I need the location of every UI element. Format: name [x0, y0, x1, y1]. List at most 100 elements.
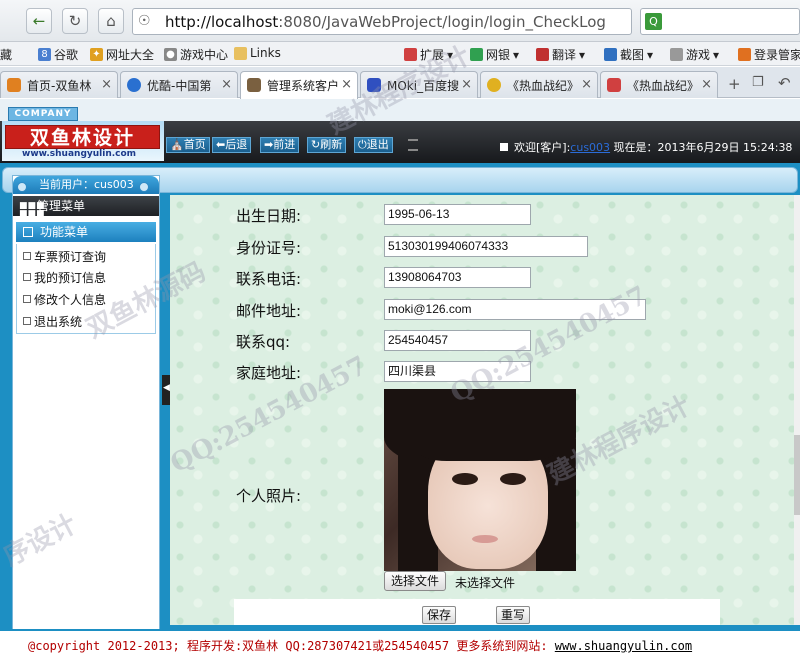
logout-button[interactable]: ⏻退出: [354, 137, 393, 153]
close-icon[interactable]: ×: [341, 77, 352, 92]
square-icon: [23, 227, 33, 237]
profile-form: 出生日期: 1995-06-13 身份证号: 51303019940607433…: [170, 195, 794, 625]
bookmark-item[interactable]: 游戏 ▾: [670, 46, 719, 63]
sidebar: 当前用户：cus003 ■■■ ■■■ 管理菜单 功能菜单 车票预订查询 我的预订…: [12, 175, 160, 637]
welcome-prefix: 欢迎[客户]:: [514, 141, 571, 154]
bullet-icon: [23, 273, 31, 281]
square-icon: [500, 143, 508, 151]
id-number-label: 身份证号:: [236, 239, 302, 257]
bookmark-label: 截图: [620, 48, 645, 62]
id-number-field[interactable]: 513030199406074333: [384, 236, 588, 257]
save-button[interactable]: 保存: [422, 606, 457, 624]
refresh-button[interactable]: ↻刷新: [307, 137, 347, 153]
browser-tab[interactable]: 《热血战纪》 ×: [600, 71, 718, 98]
username-link[interactable]: cus003: [570, 141, 610, 154]
bookmark-item[interactable]: 藏: [0, 46, 12, 63]
bookmark-item[interactable]: 翻译 ▾: [536, 46, 585, 63]
vertical-scrollbar[interactable]: [794, 195, 800, 625]
close-icon[interactable]: ×: [581, 77, 592, 92]
bookmark-label: 登录管家: [754, 48, 800, 62]
choose-file-button[interactable]: 选择文件: [384, 571, 447, 591]
current-user-label: 当前用户：cus003: [39, 178, 134, 191]
menu-item-label: 退出系统: [34, 314, 83, 329]
search-input[interactable]: Q: [640, 8, 800, 35]
qq-field[interactable]: 254540457: [384, 330, 531, 351]
function-menu-label: 功能菜单: [40, 225, 89, 239]
bookmark-item[interactable]: 8 谷歌: [38, 46, 78, 63]
plus-icon[interactable]: +: [728, 75, 741, 93]
bookmark-label: 谷歌: [54, 48, 79, 62]
home-icon: ⛪: [170, 138, 184, 151]
button-label: 首页: [183, 138, 206, 151]
sidebar-collapse-toggle[interactable]: ◀: [162, 375, 170, 405]
management-menu-header[interactable]: ■■■ ■■■ 管理菜单: [13, 196, 159, 219]
reset-button[interactable]: 重写: [496, 606, 531, 624]
back-icon[interactable]: ←: [26, 8, 52, 34]
forward-button[interactable]: ➡前进: [260, 137, 300, 153]
star-icon: ✦: [90, 48, 103, 61]
browser-nav-bar: ← ↻ ⌂ ☉ http://localhost:8080/JavaWebPro…: [0, 0, 800, 42]
bookmark-label: Links: [250, 46, 281, 60]
bullet-icon: [23, 317, 31, 325]
menu-item-label: 修改个人信息: [34, 292, 107, 307]
tab-title: 《热血战纪》: [627, 79, 700, 93]
address-bar[interactable]: ☉ http://localhost:8080/JavaWebProject/l…: [132, 8, 752, 35]
tab-title: 管理系统客户: [267, 79, 340, 93]
browser-tab[interactable]: MOki_百度搜 ×: [360, 71, 478, 98]
bookmark-item[interactable]: ● 游戏中心: [164, 46, 228, 63]
power-icon: ⏻: [358, 138, 367, 151]
copyright-text: @copyright 2012-2013; 程序开发:双鱼林 QQ:287307…: [28, 639, 555, 653]
bookmark-item[interactable]: 扩展 ▾: [404, 46, 453, 63]
tab-title: 优酷-中国第: [147, 79, 212, 93]
menu-item-label: 车票预订查询: [34, 249, 107, 264]
current-user: 当前用户：cus003: [13, 176, 159, 194]
scrollbar-thumb[interactable]: [794, 435, 800, 515]
reload-icon[interactable]: ↻: [62, 8, 88, 34]
separator-icon: [408, 139, 418, 151]
email-field[interactable]: moki@126.com: [384, 299, 646, 320]
tab-title: MOki_百度搜: [387, 79, 460, 93]
back-button[interactable]: ⬅后退: [212, 137, 252, 153]
knob-icon: [139, 182, 149, 192]
birthdate-field[interactable]: 1995-06-13: [384, 204, 531, 225]
bookmark-item[interactable]: 登录管家: [738, 46, 800, 63]
bookmark-label: 扩展: [420, 48, 445, 62]
tab-list-icon[interactable]: ❐: [752, 75, 764, 90]
browser-tab[interactable]: 《热血战纪》 ×: [480, 71, 598, 98]
close-icon[interactable]: ×: [461, 77, 472, 92]
bookmark-item[interactable]: Links: [234, 46, 281, 60]
form-actions: 保存 重写: [234, 599, 720, 625]
browser-tab[interactable]: 优酷-中国第 ×: [120, 71, 238, 98]
address-field[interactable]: 四川渠县: [384, 361, 531, 382]
function-menu-header[interactable]: 功能菜单: [16, 222, 156, 242]
bookmark-label: 翻译: [552, 48, 577, 62]
phone-field[interactable]: 13908064703: [384, 267, 531, 288]
photo-eye-right: [500, 473, 526, 485]
close-icon[interactable]: ×: [101, 77, 112, 92]
browser-tab[interactable]: 首页-双鱼林 ×: [0, 71, 118, 98]
menu-item-logout[interactable]: 退出系统: [23, 311, 82, 331]
game-icon: [670, 48, 683, 61]
browser-tab-active[interactable]: 管理系统客户 ×: [240, 71, 358, 99]
menu-item-ticket-query[interactable]: 车票预订查询: [23, 246, 106, 266]
bullet-icon: [23, 252, 31, 260]
arrow-right-icon: ➡: [264, 138, 274, 151]
close-icon[interactable]: ×: [701, 77, 712, 92]
menu-item-edit-profile[interactable]: 修改个人信息: [23, 289, 106, 309]
home-button[interactable]: ⛪首页: [166, 137, 210, 153]
home-icon[interactable]: ⌂: [98, 8, 124, 34]
button-label: 前进: [273, 138, 296, 151]
menu-item-my-bookings[interactable]: 我的预订信息: [23, 267, 106, 287]
close-icon[interactable]: ×: [221, 77, 232, 92]
bookmark-label: 游戏: [686, 48, 711, 62]
google-icon: 8: [38, 48, 51, 61]
bookmark-item[interactable]: ✦ 网址大全: [90, 46, 154, 63]
page-icon: [247, 78, 261, 92]
bookmark-item[interactable]: 截图 ▾: [604, 46, 653, 63]
site-link[interactable]: www.shuangyulin.com: [555, 639, 692, 653]
bookmark-item[interactable]: 网银 ▾: [470, 46, 519, 63]
search-engine-icon[interactable]: Q: [645, 13, 662, 30]
undo-icon[interactable]: ↶: [778, 74, 791, 92]
gamepad-icon: ●: [164, 48, 177, 61]
menu-item-label: 我的预订信息: [34, 270, 107, 285]
